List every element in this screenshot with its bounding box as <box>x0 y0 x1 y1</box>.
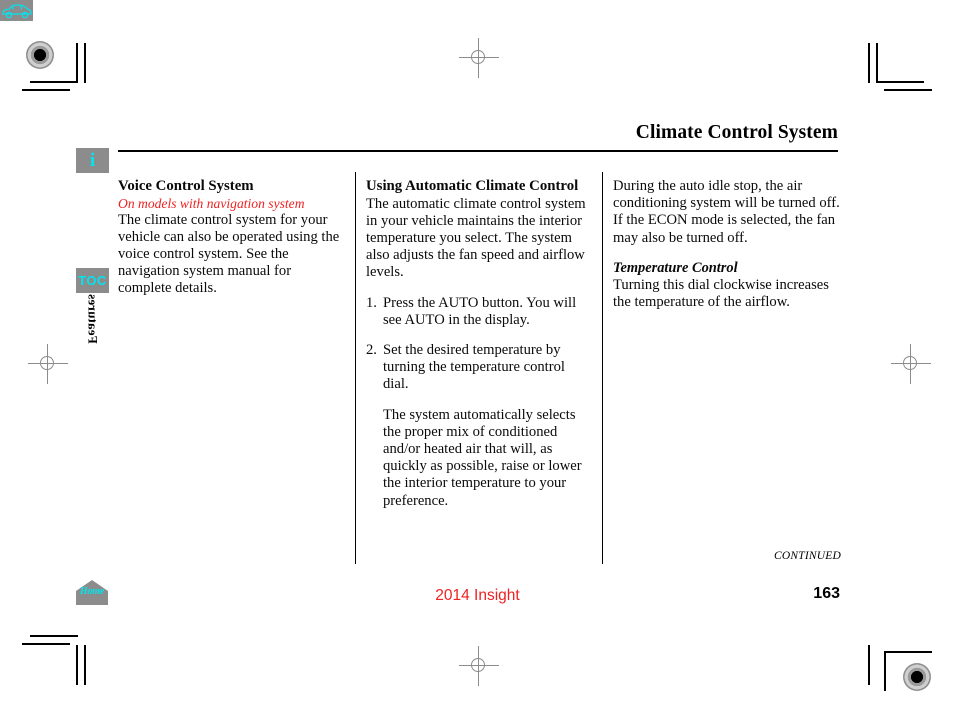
header-rule <box>118 150 838 152</box>
left-note: On models with navigation system <box>118 195 305 211</box>
list-item: 2. Set the desired temperature by turnin… <box>366 342 593 394</box>
info-icon[interactable]: i <box>76 148 109 173</box>
right-para-2: Turning this dial clockwise increases th… <box>613 277 829 311</box>
page-number: 163 <box>813 585 840 602</box>
document-page: Climate Control System i TOC Features Ho… <box>0 0 954 710</box>
features-tab[interactable]: Features <box>76 294 109 364</box>
toc-icon[interactable]: TOC <box>76 268 109 293</box>
crop-mark <box>76 43 78 83</box>
home-icon-label: Home <box>79 586 105 597</box>
middle-step-note: The system automatically selects the pro… <box>383 406 582 509</box>
continued-label: CONTINUED <box>774 550 841 562</box>
list-item-number: 1. <box>366 294 377 311</box>
registration-crosshair-left <box>28 344 68 384</box>
right-heading: Temperature Control <box>613 259 738 276</box>
list-item-text: Set the desired temperature by turning t… <box>383 342 565 393</box>
crop-mark <box>84 645 86 685</box>
crop-mark <box>30 81 78 83</box>
car-icon[interactable] <box>0 0 33 21</box>
info-icon-label: i <box>89 150 96 171</box>
registration-crosshair-top <box>459 38 499 78</box>
left-heading: Voice Control System <box>118 178 254 194</box>
column-left: Voice Control System On models with navi… <box>118 178 346 298</box>
column-middle: Using Automatic Climate Control The auto… <box>366 178 593 510</box>
page-title: Climate Control System <box>635 122 838 143</box>
crop-mark <box>30 635 78 637</box>
column-right: During the auto idle stop, the air condi… <box>613 178 841 312</box>
crop-mark <box>884 89 932 91</box>
crop-mark <box>22 643 70 645</box>
crop-mark <box>884 651 932 653</box>
left-body: The climate control system for your vehi… <box>118 211 340 297</box>
crop-mark <box>76 645 78 685</box>
list-item: 1. Press the AUTO button. You will see A… <box>366 295 593 329</box>
crop-mark <box>868 43 870 83</box>
crop-mark <box>22 89 70 91</box>
right-para-1: During the auto idle stop, the air condi… <box>613 178 840 246</box>
registration-target-bottom-right <box>903 663 931 691</box>
list-item-text: Press the AUTO button. You will see AUTO… <box>383 294 577 328</box>
crop-mark <box>876 43 878 83</box>
crop-mark <box>868 645 870 685</box>
registration-crosshair-bottom <box>459 646 499 686</box>
middle-heading: Using Automatic Climate Control <box>366 178 579 194</box>
registration-target-top-left <box>26 41 54 69</box>
crop-mark <box>884 651 886 691</box>
crop-mark <box>876 81 924 83</box>
model-label: 2014 Insight <box>435 587 520 604</box>
registration-crosshair-right <box>891 344 931 384</box>
column-divider-1 <box>355 172 356 564</box>
column-divider-2 <box>602 172 603 564</box>
list-item-number: 2. <box>366 342 377 359</box>
crop-mark <box>84 43 86 83</box>
features-tab-label: Features <box>85 294 101 344</box>
middle-intro: The automatic climate control system in … <box>366 195 586 281</box>
home-icon[interactable]: Home <box>75 578 109 606</box>
toc-icon-label: TOC <box>78 273 107 288</box>
